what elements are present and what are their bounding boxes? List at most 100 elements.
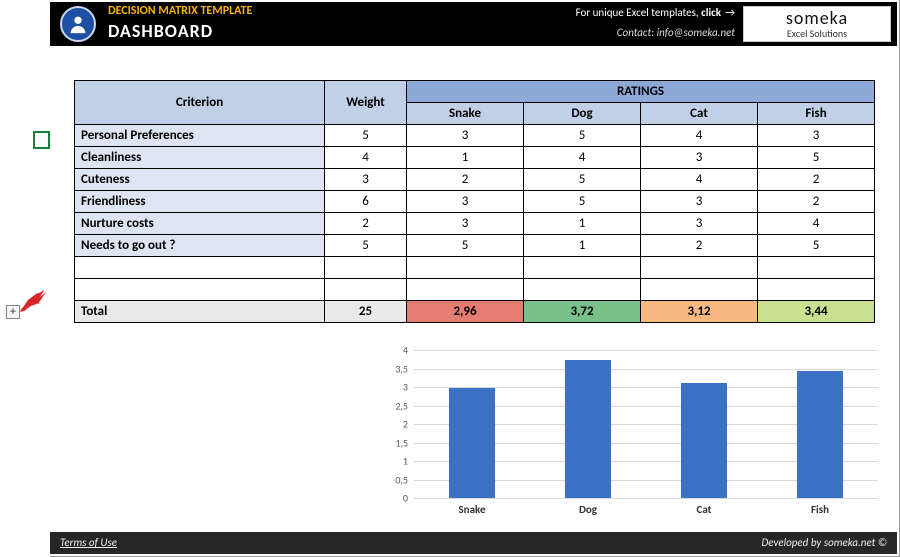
empty-cell[interactable] (325, 257, 407, 279)
rating-cell[interactable]: 2 (758, 169, 875, 191)
decision-matrix-table: Criterion Weight RATINGS SnakeDogCatFish… (74, 80, 875, 323)
rating-cell[interactable]: 5 (407, 235, 524, 257)
total-label: Total (75, 301, 325, 323)
empty-cell[interactable] (641, 257, 758, 279)
excel-viewport: + DECISION MATRIX TEMPLATE DASHBOARD For… (0, 0, 900, 557)
chart-xlabel: Dog (548, 503, 628, 516)
col-option-snake[interactable]: Snake (407, 103, 524, 125)
someka-logo[interactable]: someka Excel Solutions (743, 6, 891, 42)
outline-gutter: + (0, 0, 50, 557)
logo-line2: Excel Solutions (744, 27, 890, 40)
chart-ytick: 1 (378, 455, 408, 468)
chart-ytick: 3 (378, 381, 408, 394)
chart-bar (565, 360, 611, 498)
red-arrow-annotation (18, 290, 48, 316)
criterion-weight[interactable]: 2 (325, 213, 407, 235)
templates-link-text: For unique Excel templates, (576, 6, 702, 19)
rating-cell[interactable]: 1 (524, 235, 641, 257)
templates-link-bold: click (701, 6, 721, 19)
rating-cell[interactable]: 3 (641, 147, 758, 169)
rating-cell[interactable]: 3 (407, 191, 524, 213)
criterion-name[interactable]: Cuteness (75, 169, 325, 191)
rating-cell[interactable]: 3 (641, 191, 758, 213)
chart-xlabel: Fish (780, 503, 860, 516)
criterion-name[interactable]: Cleanliness (75, 147, 325, 169)
criterion-name[interactable]: Personal Preferences (75, 125, 325, 147)
total-score: 2,96 (407, 301, 524, 323)
template-header: DECISION MATRIX TEMPLATE DASHBOARD For u… (50, 2, 897, 46)
decision-matrix-table-area: Criterion Weight RATINGS SnakeDogCatFish… (74, 80, 874, 323)
col-option-fish[interactable]: Fish (758, 103, 875, 125)
template-footer: Terms of Use Developed by someka.net © (50, 532, 897, 554)
avatar-icon (60, 6, 96, 42)
chart-bar (449, 388, 495, 498)
criterion-weight[interactable]: 4 (325, 147, 407, 169)
developed-by: Developed by someka.net © (762, 536, 888, 549)
chart-ytick: 3,5 (378, 362, 408, 375)
total-score: 3,72 (524, 301, 641, 323)
chart-ytick: 2 (378, 418, 408, 431)
empty-cell[interactable] (641, 279, 758, 301)
rating-cell[interactable]: 2 (407, 169, 524, 191)
rating-cell[interactable]: 1 (524, 213, 641, 235)
arrow-right-icon: → (725, 6, 735, 19)
templates-link[interactable]: For unique Excel templates, click → (576, 6, 735, 19)
criterion-name[interactable]: Friendliness (75, 191, 325, 213)
rating-cell[interactable]: 1 (407, 147, 524, 169)
empty-cell[interactable] (524, 257, 641, 279)
col-criterion[interactable]: Criterion (75, 81, 325, 125)
empty-cell[interactable] (524, 279, 641, 301)
empty-cell[interactable] (758, 279, 875, 301)
contact-text: Contact: info@someka.net (617, 26, 735, 39)
total-weight: 25 (325, 301, 407, 323)
col-option-dog[interactable]: Dog (524, 103, 641, 125)
chart-ytick: 1,5 (378, 436, 408, 449)
criterion-weight[interactable]: 6 (325, 191, 407, 213)
logo-line1: someka (744, 7, 890, 27)
col-ratings: RATINGS (407, 81, 875, 103)
worksheet: DECISION MATRIX TEMPLATE DASHBOARD For u… (50, 0, 900, 557)
chart-plot-area: SnakeDogCatFish (414, 350, 878, 498)
empty-cell[interactable] (407, 279, 524, 301)
dashboard-label: DASHBOARD (108, 20, 213, 42)
total-score: 3,44 (758, 301, 875, 323)
template-title: DECISION MATRIX TEMPLATE (108, 4, 252, 18)
score-chart: SnakeDogCatFish 00,511,522,533,54 (378, 350, 878, 520)
criterion-name[interactable]: Needs to go out ? (75, 235, 325, 257)
empty-cell[interactable] (325, 279, 407, 301)
chart-xlabel: Cat (664, 503, 744, 516)
criterion-weight[interactable]: 5 (325, 125, 407, 147)
rating-cell[interactable]: 4 (524, 147, 641, 169)
rating-cell[interactable]: 5 (524, 191, 641, 213)
total-score: 3,12 (641, 301, 758, 323)
col-weight[interactable]: Weight (325, 81, 407, 125)
criterion-weight[interactable]: 3 (325, 169, 407, 191)
rating-cell[interactable]: 3 (407, 213, 524, 235)
chart-ytick: 4 (378, 344, 408, 357)
criterion-name[interactable]: Nurture costs (75, 213, 325, 235)
rating-cell[interactable]: 3 (407, 125, 524, 147)
active-cell-cursor (33, 131, 50, 149)
rating-cell[interactable]: 2 (641, 235, 758, 257)
criterion-weight[interactable]: 5 (325, 235, 407, 257)
rating-cell[interactable]: 5 (758, 235, 875, 257)
rating-cell[interactable]: 5 (758, 147, 875, 169)
empty-cell[interactable] (407, 257, 524, 279)
rating-cell[interactable]: 4 (758, 213, 875, 235)
rating-cell[interactable]: 4 (641, 125, 758, 147)
rating-cell[interactable]: 4 (641, 169, 758, 191)
chart-xlabel: Snake (432, 503, 512, 516)
rating-cell[interactable]: 3 (758, 125, 875, 147)
chart-bar (681, 383, 727, 498)
rating-cell[interactable]: 5 (524, 125, 641, 147)
rating-cell[interactable]: 2 (758, 191, 875, 213)
rating-cell[interactable]: 3 (641, 213, 758, 235)
empty-cell[interactable] (75, 257, 325, 279)
empty-cell[interactable] (75, 279, 325, 301)
terms-of-use-link[interactable]: Terms of Use (60, 536, 117, 549)
chart-ytick: 2,5 (378, 399, 408, 412)
chart-bar (797, 371, 843, 498)
rating-cell[interactable]: 5 (524, 169, 641, 191)
col-option-cat[interactable]: Cat (641, 103, 758, 125)
empty-cell[interactable] (758, 257, 875, 279)
